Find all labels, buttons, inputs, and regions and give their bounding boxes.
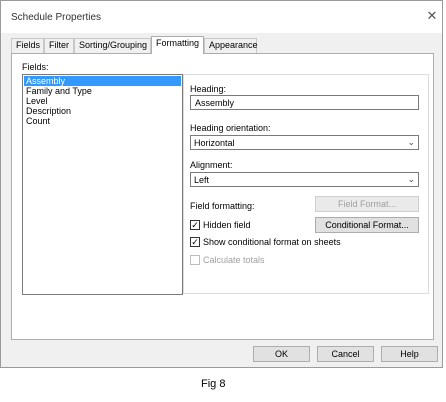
window-title: Schedule Properties (11, 12, 102, 23)
field-formatting-label: Field formatting: (190, 201, 255, 211)
figure-caption: Fig 8 (201, 378, 226, 390)
list-item[interactable]: Level (24, 96, 181, 106)
fields-label: Fields: (22, 62, 49, 72)
heading-input[interactable]: Assembly (190, 95, 419, 110)
formatting-panel: Fields: Assembly Family and Type Level D… (11, 53, 434, 340)
list-item[interactable]: Family and Type (24, 86, 181, 96)
heading-orientation-label: Heading orientation: (190, 123, 271, 133)
field-format-button[interactable]: Field Format... (315, 196, 419, 212)
tab-fields[interactable]: Fields (11, 38, 44, 53)
alignment-select[interactable]: Left ⌄ (190, 172, 419, 187)
tab-sorting-grouping[interactable]: Sorting/Grouping (74, 38, 151, 53)
close-icon[interactable]: ✕ (424, 8, 440, 24)
list-item[interactable]: Description (24, 106, 181, 116)
help-button[interactable]: Help (381, 346, 438, 362)
chevron-down-icon: ⌄ (407, 137, 415, 147)
schedule-properties-dialog: Schedule Properties ✕ Fields Filter Sort… (0, 0, 443, 368)
fields-list[interactable]: Assembly Family and Type Level Descripti… (22, 74, 183, 295)
calculate-totals-checkbox[interactable] (190, 255, 200, 265)
show-conditional-label: Show conditional format on sheets (203, 237, 341, 247)
alignment-value: Left (194, 175, 210, 185)
title-bar: Schedule Properties ✕ (1, 1, 442, 33)
show-conditional-checkbox[interactable]: ✓ (190, 237, 200, 247)
heading-label: Heading: (190, 84, 227, 94)
tab-appearance[interactable]: Appearance (204, 38, 258, 53)
list-item[interactable]: Assembly (24, 76, 181, 86)
heading-orientation-select[interactable]: Horizontal ⌄ (190, 135, 419, 150)
heading-orientation-value: Horizontal (194, 138, 235, 148)
tab-filter[interactable]: Filter (44, 38, 74, 53)
conditional-format-button[interactable]: Conditional Format... (315, 217, 419, 233)
ok-button[interactable]: OK (253, 346, 310, 362)
calculate-totals-label: Calculate totals (203, 255, 265, 265)
hidden-field-label: Hidden field (203, 220, 251, 230)
list-item[interactable]: Count (24, 116, 181, 126)
tab-formatting[interactable]: Formatting (151, 36, 204, 54)
cancel-button[interactable]: Cancel (317, 346, 374, 362)
alignment-label: Alignment: (190, 160, 233, 170)
formatting-options-group: Heading: Assembly Heading orientation: H… (183, 74, 429, 294)
chevron-down-icon: ⌄ (407, 174, 415, 184)
hidden-field-checkbox[interactable]: ✓ (190, 220, 200, 230)
